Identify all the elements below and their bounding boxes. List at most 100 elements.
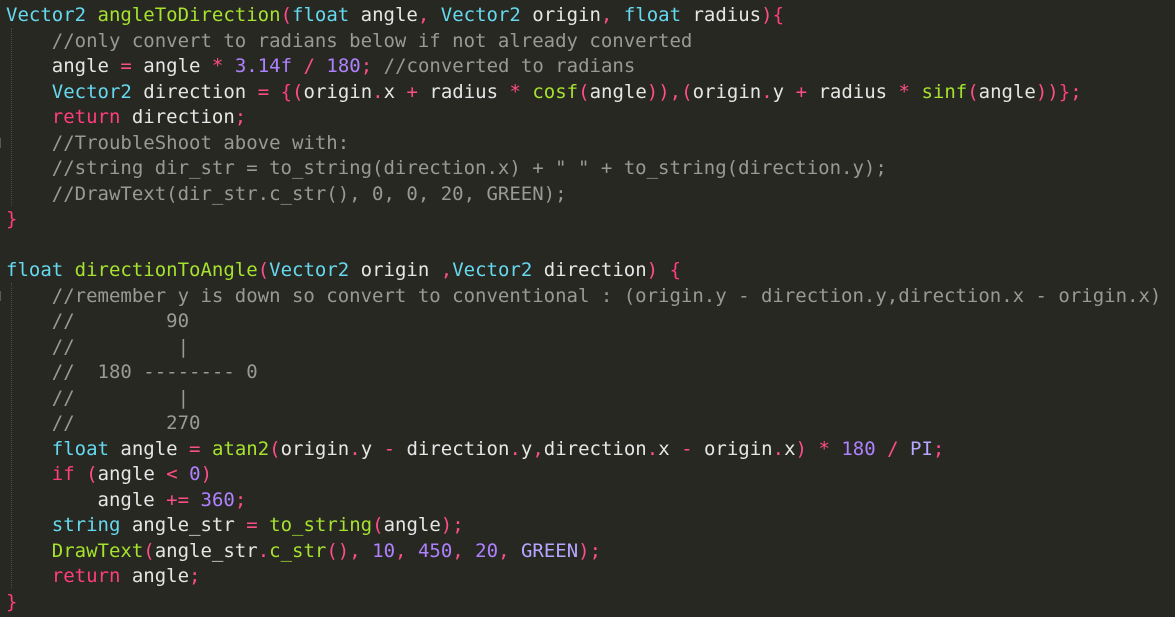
code-token: Vector2: [440, 4, 521, 26]
code-token: float: [51, 437, 109, 460]
code-token: to_string: [269, 514, 373, 536]
code-token: ;: [234, 488, 247, 511]
code-line[interactable]: angle = angle * 3.14f / 180; //converted…: [6, 54, 636, 80]
code-token: origin: [692, 437, 773, 460]
code-token: GREEN: [520, 539, 579, 562]
code-line[interactable]: float angle = atan2(origin.y - direction…: [6, 437, 945, 463]
code-token: PI: [910, 437, 933, 460]
code-line[interactable]: }: [6, 207, 17, 233]
code-line[interactable]: return direction;: [6, 105, 246, 131]
code-token: ,: [349, 539, 361, 562]
code-token: angle: [589, 80, 647, 103]
code-token: 20: [475, 539, 499, 562]
code-token: // 90: [51, 310, 190, 332]
code-line[interactable]: angle += 360;: [6, 488, 247, 514]
code-token: .: [509, 437, 521, 460]
code-token: ): [440, 514, 453, 536]
code-token: 3.14f: [234, 55, 293, 77]
code-line[interactable]: Vector2 angleToDirection(float angle, Ve…: [6, 3, 784, 29]
code-line[interactable]: float directionToAngle(Vector2 origin ,V…: [6, 258, 681, 284]
code-token: {: [280, 80, 293, 103]
code-line[interactable]: }: [6, 590, 17, 616]
code-token: ;: [452, 514, 464, 536]
code-line[interactable]: string angle_str = to_string(angle);: [6, 513, 464, 539]
code-token: ;: [589, 539, 602, 562]
code-line[interactable]: if (angle < 0): [6, 462, 212, 488]
code-token: (: [269, 437, 281, 460]
code-token: //converted to radians: [383, 55, 636, 77]
code-token: ,: [395, 539, 407, 562]
code-line[interactable]: // 180 -------- 0: [6, 360, 258, 386]
code-token: ,: [417, 4, 430, 26]
code-line[interactable]: // 270: [6, 411, 201, 437]
fold-marker-icon[interactable]: [0, 138, 4, 148]
code-token: Vector2: [269, 259, 350, 281]
code-line[interactable]: DrawText(angle_str.c_str(), 10, 450, 20,…: [6, 539, 601, 565]
code-token: ,: [440, 259, 453, 281]
code-line[interactable]: //only convert to radians below if not a…: [6, 29, 693, 55]
code-token: *: [211, 55, 224, 77]
code-token: -: [383, 437, 396, 460]
code-token: atan2: [211, 437, 270, 460]
code-token: ): [761, 4, 773, 26]
code-line[interactable]: //string dir_str = to_string(direction.x…: [6, 156, 887, 182]
code-token: angle: [978, 80, 1036, 103]
code-token: if: [51, 463, 75, 485]
code-token: ): [646, 259, 659, 281]
code-line[interactable]: //DrawText(dir_str.c_str(), 0, 0, 20, GR…: [6, 182, 567, 208]
code-token: <: [166, 463, 178, 485]
code-token: 10: [372, 539, 396, 562]
code-token: (: [143, 539, 155, 562]
code-token: angle: [383, 514, 441, 536]
code-line[interactable]: return angle;: [6, 564, 201, 590]
code-token: (: [372, 514, 384, 536]
code-line[interactable]: Vector2 direction = {(origin.x + radius …: [6, 80, 1082, 106]
code-line[interactable]: // |: [6, 335, 189, 361]
code-token: origin: [349, 259, 441, 281]
code-token: cosf: [532, 80, 579, 103]
code-token: )): [1035, 80, 1059, 103]
code-token: angle: [6, 55, 121, 77]
code-token: ;: [1070, 80, 1082, 103]
code-line[interactable]: //remember y is down so convert to conve…: [6, 284, 1162, 310]
code-token: /: [887, 437, 899, 460]
code-token: angle_str: [154, 539, 258, 562]
code-editor[interactable]: Vector2 angleToDirection(float angle, Ve…: [0, 0, 1175, 617]
code-token: .: [772, 437, 785, 460]
code-line[interactable]: // |: [6, 386, 189, 412]
code-token: ): [200, 463, 213, 485]
code-token: ,: [452, 539, 464, 562]
code-token: angle: [131, 55, 212, 77]
code-token: +: [406, 80, 418, 103]
code-token: x: [784, 437, 796, 460]
code-token: string: [51, 514, 121, 536]
code-token: //only convert to radians below if not a…: [51, 29, 693, 52]
code-line[interactable]: // 90: [6, 309, 189, 335]
code-token: direction: [532, 259, 647, 281]
code-line[interactable]: //TroubleShoot above with:: [6, 131, 349, 157]
code-token: // |: [51, 386, 190, 409]
code-token: *: [818, 437, 830, 460]
fold-marker-icon[interactable]: [0, 291, 4, 301]
